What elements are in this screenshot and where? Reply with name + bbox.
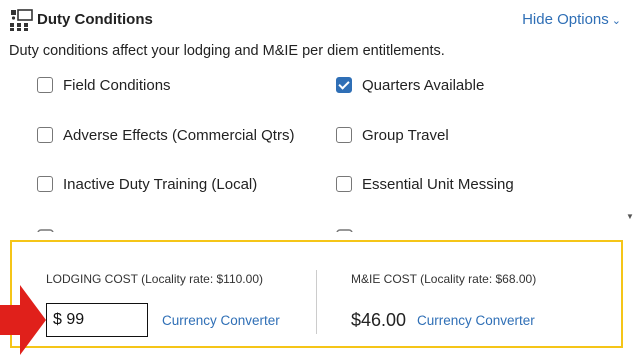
lodging-currency-converter-link[interactable]: Currency Converter <box>162 313 280 328</box>
hide-options-label: Hide Options <box>522 11 609 28</box>
duty-conditions-header: Duty Conditions Hide Options ⌄ <box>9 9 621 31</box>
lodging-cost-title: LODGING COST <box>46 272 138 286</box>
group-travel-option[interactable]: Group Travel <box>336 124 449 146</box>
cut-off-option-right[interactable] <box>336 224 436 232</box>
cut-off-option-left[interactable] <box>37 224 217 232</box>
quarters-available-option[interactable]: Quarters Available <box>336 74 484 96</box>
inactive-duty-training-label: Inactive Duty Training (Local) <box>63 175 258 193</box>
essential-unit-messing-label: Essential Unit Messing <box>362 175 514 193</box>
chevron-down-icon: ⌄ <box>611 15 621 27</box>
quarters-available-checkbox[interactable] <box>336 77 352 93</box>
essential-unit-messing-checkbox[interactable] <box>336 176 352 192</box>
inactive-duty-training-option[interactable]: Inactive Duty Training (Local) <box>37 173 257 195</box>
mie-cost-value: $46.00 <box>351 310 407 330</box>
cost-section: LODGING COST (Locality rate: $110.00) Cu… <box>10 240 623 348</box>
lodging-locality-rate: (Locality rate: $110.00) <box>141 272 263 286</box>
lodging-cost-input[interactable] <box>46 303 148 337</box>
scrollbar[interactable] <box>624 0 635 232</box>
duty-conditions-title: Duty Conditions <box>37 11 153 28</box>
quarters-available-label: Quarters Available <box>362 76 485 94</box>
mie-currency-converter-link[interactable]: Currency Converter <box>417 313 535 328</box>
adverse-effects-option[interactable]: Adverse Effects (Commercial Qtrs) <box>37 124 294 146</box>
inactive-duty-training-checkbox[interactable] <box>37 176 53 192</box>
duty-conditions-icon <box>10 9 33 31</box>
hide-options-link[interactable]: Hide Options ⌄ <box>522 11 621 28</box>
field-conditions-checkbox[interactable] <box>37 77 53 93</box>
cut-off-row-right-fragment <box>336 229 353 232</box>
mie-cost-heading: M&IE COST (Locality rate: $68.00) <box>351 272 536 286</box>
adverse-effects-checkbox[interactable] <box>37 127 53 143</box>
mie-locality-rate: (Locality rate: $68.00) <box>420 272 537 286</box>
cost-divider <box>316 270 317 334</box>
duty-conditions-panel: Duty Conditions Hide Options ⌄ Duty condi… <box>0 0 635 232</box>
lodging-cost-heading: LODGING COST (Locality rate: $110.00) <box>46 272 263 286</box>
group-travel-checkbox[interactable] <box>336 127 352 143</box>
essential-unit-messing-option[interactable]: Essential Unit Messing <box>336 173 514 195</box>
red-arrow-icon <box>0 285 46 355</box>
group-travel-label: Group Travel <box>362 126 449 144</box>
cut-off-row-left-fragment <box>37 229 54 232</box>
field-conditions-option[interactable]: Field Conditions <box>37 74 171 96</box>
mie-cost-title: M&IE COST <box>351 272 417 286</box>
field-conditions-label: Field Conditions <box>63 76 171 94</box>
scroll-down-arrow-icon[interactable]: ▼ <box>626 212 634 221</box>
adverse-effects-label: Adverse Effects (Commercial Qtrs) <box>63 126 295 144</box>
duty-conditions-description: Duty conditions affect your lodging and … <box>9 43 445 59</box>
